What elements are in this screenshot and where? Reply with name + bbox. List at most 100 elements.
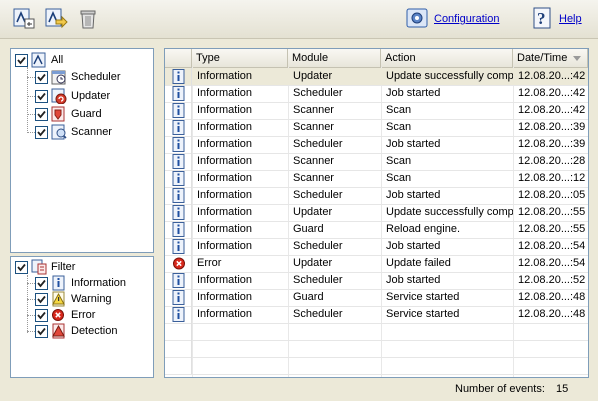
cell-type: Information [197, 138, 253, 150]
checkbox-checked[interactable] [35, 293, 48, 306]
cell-module: Scanner [293, 172, 334, 184]
table-row[interactable]: Information Scheduler Job started 12.08.20.… [165, 187, 588, 205]
checkbox-checked[interactable] [35, 108, 48, 121]
cell-action: Scan [386, 104, 412, 116]
table-row[interactable]: Information Scanner Scan 12.08.20...:28 [165, 153, 588, 171]
checkbox-checked[interactable] [35, 90, 48, 103]
cell-datetime: 12.08.20...:55 [518, 223, 586, 235]
information-icon [165, 289, 192, 306]
column-header-type[interactable]: Type [192, 49, 288, 67]
cell-datetime: 12.08.20...:52 [518, 274, 586, 286]
information-icon [165, 68, 192, 85]
cell-action: Reload engine. [386, 223, 461, 235]
sort-descending-icon [573, 56, 581, 61]
cell-type: Error [197, 257, 222, 269]
cell-type: Information [197, 308, 253, 320]
empty-row [165, 340, 588, 358]
tree-item-label: Updater [71, 90, 111, 102]
cell-module: Scheduler [293, 87, 343, 99]
tree-item-label: Information [71, 277, 127, 289]
table-row[interactable]: Information Scanner Scan 12.08.20...:42 [165, 102, 588, 120]
table-row[interactable]: Information Scheduler Job started 12.08.20.… [165, 136, 588, 154]
filter-icon [31, 259, 47, 275]
cell-type: Information [197, 206, 253, 218]
cell-action: Job started [386, 274, 441, 286]
information-icon [165, 272, 192, 289]
cell-action: Update failed [386, 257, 451, 269]
cell-type: Information [197, 87, 253, 99]
warning-icon [51, 291, 67, 307]
error-icon [165, 255, 192, 272]
checkbox-checked[interactable] [35, 71, 48, 84]
cell-datetime: 12.08.20...:05 [518, 189, 586, 201]
checkbox-checked[interactable] [35, 126, 48, 139]
tree-item-label: Scheduler [71, 71, 121, 83]
cell-module: Scheduler [293, 240, 343, 252]
configuration-link[interactable]: Configuration [434, 13, 499, 25]
cell-action: Job started [386, 189, 441, 201]
table-row[interactable]: Information Scanner Scan 12.08.20...:39 [165, 119, 588, 137]
cell-datetime: 12.08.20...:28 [518, 155, 586, 167]
all-modules-icon [31, 52, 47, 68]
tree-item-label: Warning [71, 293, 112, 305]
table-row[interactable]: Information Updater Update successfully co… [165, 204, 588, 222]
cell-action: Job started [386, 87, 441, 99]
tree-item-label: Error [71, 309, 96, 321]
information-icon [165, 204, 192, 221]
information-icon [51, 275, 67, 291]
table-row[interactable]: Information Scheduler Job started 12.08.20.… [165, 85, 588, 103]
cell-module: Scanner [293, 121, 334, 133]
help-icon[interactable]: ? [532, 7, 554, 29]
cell-module: Scheduler [293, 308, 343, 320]
column-header-datetime[interactable]: Date/Time [513, 49, 588, 67]
information-icon [165, 238, 192, 255]
table-row[interactable]: Information Scanner Scan 12.08.20...:12 [165, 170, 588, 188]
cell-module: Guard [293, 291, 324, 303]
cell-module: Guard [293, 223, 324, 235]
cell-datetime: 12.08.20...:39 [518, 138, 586, 150]
events-table: Type Module Action Date/Time Information… [164, 48, 589, 378]
checkbox-checked[interactable] [35, 325, 48, 338]
cell-type: Information [197, 223, 253, 235]
cell-type: Information [197, 291, 253, 303]
checkbox-checked[interactable] [15, 261, 28, 274]
cell-datetime: 12.08.20...:42 [518, 70, 586, 82]
checkbox-checked[interactable] [35, 309, 48, 322]
help-link[interactable]: Help [559, 13, 582, 25]
error-icon [51, 307, 67, 323]
cell-type: Information [197, 121, 253, 133]
configuration-icon[interactable] [406, 7, 428, 29]
toolbar: Configuration ? Help [0, 0, 598, 39]
checkbox-checked[interactable] [35, 277, 48, 290]
checkbox-checked[interactable] [15, 54, 28, 67]
scheduler-icon [51, 69, 67, 85]
icon-column-header[interactable] [165, 49, 192, 67]
information-icon [165, 119, 192, 136]
cell-module: Scanner [293, 155, 334, 167]
column-header-action[interactable]: Action [381, 49, 513, 67]
table-row[interactable]: Information Scheduler Service started 12.08… [165, 306, 588, 324]
cell-type: Information [197, 189, 253, 201]
export-log-icon[interactable] [12, 6, 36, 30]
cell-datetime: 12.08.20...:54 [518, 240, 586, 252]
table-row[interactable]: Information Scheduler Job started 12.08.20.… [165, 272, 588, 290]
information-icon [165, 187, 192, 204]
information-icon [165, 136, 192, 153]
column-header-module[interactable]: Module [288, 49, 381, 67]
empty-icon-cell [165, 357, 192, 374]
events-count-label: Number of events: [455, 383, 545, 395]
information-icon [165, 85, 192, 102]
cell-module: Scheduler [293, 189, 343, 201]
table-row[interactable]: Information Updater Update successfully co… [165, 68, 588, 86]
delete-log-icon[interactable] [76, 6, 100, 30]
cell-module: Updater [293, 206, 333, 218]
cell-type: Information [197, 70, 253, 82]
cell-datetime: 12.08.20...:48 [518, 308, 586, 320]
table-row[interactable]: Information Scheduler Job started 12.08.20.… [165, 238, 588, 256]
table-row[interactable]: Information Guard Service started 12.08.20.… [165, 289, 588, 307]
cell-action: Update successfully compl [386, 206, 513, 218]
tree-item-label: Scanner [71, 126, 112, 138]
table-row[interactable]: Information Guard Reload engine. 12.08.20..… [165, 221, 588, 239]
open-log-icon[interactable] [44, 6, 68, 30]
table-row[interactable]: Error Updater Update failed 12.08.20...:54 [165, 255, 588, 273]
